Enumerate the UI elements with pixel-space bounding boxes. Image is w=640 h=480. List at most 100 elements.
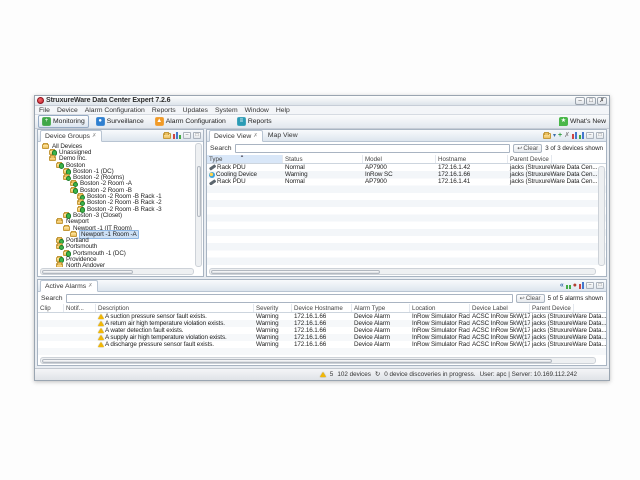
alarm-history-icon[interactable]: ● bbox=[573, 282, 577, 290]
surveillance-button[interactable]: ●Surveillance bbox=[92, 115, 148, 128]
clear-button[interactable]: ↩ Clear bbox=[516, 294, 545, 303]
column-header-type[interactable]: Type bbox=[207, 155, 283, 163]
alarm-description-label: A return air high temperature violation … bbox=[105, 320, 225, 327]
alarm-row[interactable]: A discharge pressure sensor fault exists… bbox=[38, 341, 606, 348]
whats-new-button[interactable]: ★ What's New bbox=[559, 117, 606, 126]
device-row[interactable]: Rack PDUNormalAP7900172.16.1.42jacks (St… bbox=[207, 164, 606, 171]
tab-device-view[interactable]: Device View ✗ bbox=[209, 130, 263, 142]
column-header-alarm-type[interactable]: Alarm Type bbox=[352, 304, 410, 312]
folder-icon[interactable] bbox=[163, 133, 171, 139]
menu-item-system[interactable]: System bbox=[215, 107, 238, 114]
alarm-horizontal-scrollbar[interactable] bbox=[40, 357, 596, 364]
cell-location: InRow Simulator Rack bbox=[410, 313, 470, 320]
minimize-panel-icon[interactable]: – bbox=[586, 132, 594, 139]
reports-button[interactable]: ≡Reports bbox=[233, 115, 276, 128]
scroll-thumb[interactable] bbox=[42, 359, 552, 363]
tree-horizontal-scrollbar[interactable] bbox=[40, 268, 194, 275]
alarm-configuration-button[interactable]: ▲Alarm Configuration bbox=[151, 115, 230, 128]
column-header-parent-device[interactable]: Parent Device bbox=[508, 155, 552, 163]
tree-item-north-andover[interactable]: North Andover bbox=[40, 263, 194, 267]
close-icon[interactable]: ✗ bbox=[88, 283, 93, 289]
main-toolbar: +Monitoring●Surveillance▲Alarm Configura… bbox=[35, 115, 609, 129]
maximize-icon[interactable]: □ bbox=[586, 97, 596, 105]
monitoring-button[interactable]: +Monitoring bbox=[38, 115, 89, 128]
menu-item-device[interactable]: Device bbox=[57, 107, 78, 114]
whats-new-label: What's New bbox=[570, 118, 606, 125]
rack-pdu-icon bbox=[209, 165, 216, 171]
folder-icon bbox=[70, 181, 77, 186]
cell-severity: Warning bbox=[254, 320, 292, 327]
column-header-location[interactable]: Location bbox=[410, 304, 470, 312]
grid-icon[interactable] bbox=[566, 282, 571, 289]
toolbar-button-label: Reports bbox=[248, 118, 272, 125]
alarm-search-input[interactable] bbox=[66, 294, 513, 303]
device-row[interactable]: Cooling DeviceWarningInRow SC172.16.1.66… bbox=[207, 171, 606, 178]
collapse-all-icon[interactable]: « bbox=[560, 282, 564, 290]
menu-item-help[interactable]: Help bbox=[276, 107, 290, 114]
column-header-device-label[interactable]: Device Label bbox=[470, 304, 530, 312]
alarm-row[interactable]: A return air high temperature violation … bbox=[38, 320, 606, 327]
maximize-panel-icon[interactable]: □ bbox=[193, 132, 201, 139]
column-header-description[interactable]: Description bbox=[96, 304, 254, 312]
cell-type: Rack PDU bbox=[207, 164, 283, 171]
alarm-description-label: A suction pressure sensor fault exists. bbox=[105, 313, 207, 320]
group-menu-folder-icon[interactable] bbox=[543, 133, 551, 139]
cell-model: InRow SC bbox=[363, 171, 436, 178]
cell-parent-device: jacks (StruxureWare Data... bbox=[530, 341, 608, 348]
cell-description: A suction pressure sensor fault exists. bbox=[96, 313, 254, 320]
delete-device-icon[interactable]: ✗ bbox=[564, 132, 570, 140]
menu-item-window[interactable]: Window bbox=[245, 107, 269, 114]
report-icon[interactable] bbox=[579, 132, 584, 139]
minimize-panel-icon[interactable]: – bbox=[183, 132, 191, 139]
tab-active-alarms[interactable]: Active Alarms ✗ bbox=[40, 280, 98, 292]
menu-item-alarm-configuration[interactable]: Alarm Configuration bbox=[85, 107, 145, 114]
tab-map-view[interactable]: Map View bbox=[264, 130, 302, 141]
device-horizontal-scrollbar[interactable] bbox=[209, 268, 596, 275]
tab-device-groups[interactable]: Device Groups ✗ bbox=[40, 130, 102, 142]
close-icon[interactable]: ✗ bbox=[253, 133, 258, 139]
column-header-clip[interactable]: Clip bbox=[38, 304, 64, 312]
scroll-thumb[interactable] bbox=[211, 270, 380, 274]
close-icon[interactable]: ✗ bbox=[597, 97, 607, 105]
device-search-row: Search ↩ Clear 3 of 3 devices shown bbox=[207, 142, 606, 155]
device-row[interactable]: Rack PDUNormalAP7900172.16.1.41jacks (St… bbox=[207, 178, 606, 185]
menu-item-reports[interactable]: Reports bbox=[152, 107, 176, 114]
chart-icon[interactable] bbox=[173, 132, 181, 139]
tree-vertical-scrollbar[interactable] bbox=[195, 143, 202, 267]
alarm-row[interactable]: A supply air high temperature violation … bbox=[38, 334, 606, 341]
device-search-input[interactable] bbox=[235, 144, 511, 153]
add-device-icon[interactable]: + bbox=[558, 132, 562, 140]
chart-icon[interactable] bbox=[572, 132, 577, 139]
device-vertical-scrollbar[interactable] bbox=[598, 166, 605, 266]
minimize-panel-icon[interactable]: – bbox=[586, 282, 594, 289]
column-header-parent-device[interactable]: Parent Device bbox=[530, 304, 574, 312]
menu-item-updates[interactable]: Updates bbox=[183, 107, 208, 114]
clear-button[interactable]: ↩ Clear bbox=[513, 144, 542, 153]
column-header-model[interactable]: Model bbox=[363, 155, 436, 163]
menu-item-file[interactable]: File bbox=[39, 107, 50, 114]
chevron-down-icon[interactable]: ▾ bbox=[553, 132, 556, 140]
scroll-thumb[interactable] bbox=[197, 166, 201, 217]
cell-severity: Warning bbox=[254, 313, 292, 320]
maximize-panel-icon[interactable]: □ bbox=[596, 282, 604, 289]
cell-location: InRow Simulator Rack bbox=[410, 327, 470, 334]
column-header-severity[interactable]: Severity bbox=[254, 304, 292, 312]
cell-device-label: ACSC InRow 5kW(172.16... bbox=[470, 341, 530, 348]
column-header-notif[interactable]: Notif... bbox=[64, 304, 96, 312]
column-header-hostname[interactable]: Hostname bbox=[436, 155, 508, 163]
close-icon[interactable]: ✗ bbox=[92, 133, 97, 139]
maximize-panel-icon[interactable]: □ bbox=[596, 132, 604, 139]
toolbar-button-label: Surveillance bbox=[107, 118, 144, 125]
discovery-status: 0 device discoveries in progress. bbox=[384, 371, 475, 378]
alarm-row[interactable]: A water detection fault exists.Warning17… bbox=[38, 327, 606, 334]
column-header-device-hostname[interactable]: Device Hostname bbox=[292, 304, 352, 312]
column-header-status[interactable]: Status bbox=[283, 155, 363, 163]
scroll-thumb[interactable] bbox=[42, 270, 133, 274]
alarm-row[interactable]: A suction pressure sensor fault exists. W… bbox=[38, 313, 606, 320]
chart-icon[interactable] bbox=[579, 282, 584, 289]
alarm-description-label: A water detection fault exists. bbox=[105, 327, 183, 334]
cell-parent-device: jacks (StruxureWare Data Cen... bbox=[508, 171, 599, 178]
cell-hostname: 172.16.1.41 bbox=[436, 178, 508, 185]
title-bar[interactable]: StruxureWare Data Center Expert 7.2.6 – … bbox=[35, 96, 609, 106]
minimize-icon[interactable]: – bbox=[575, 97, 585, 105]
